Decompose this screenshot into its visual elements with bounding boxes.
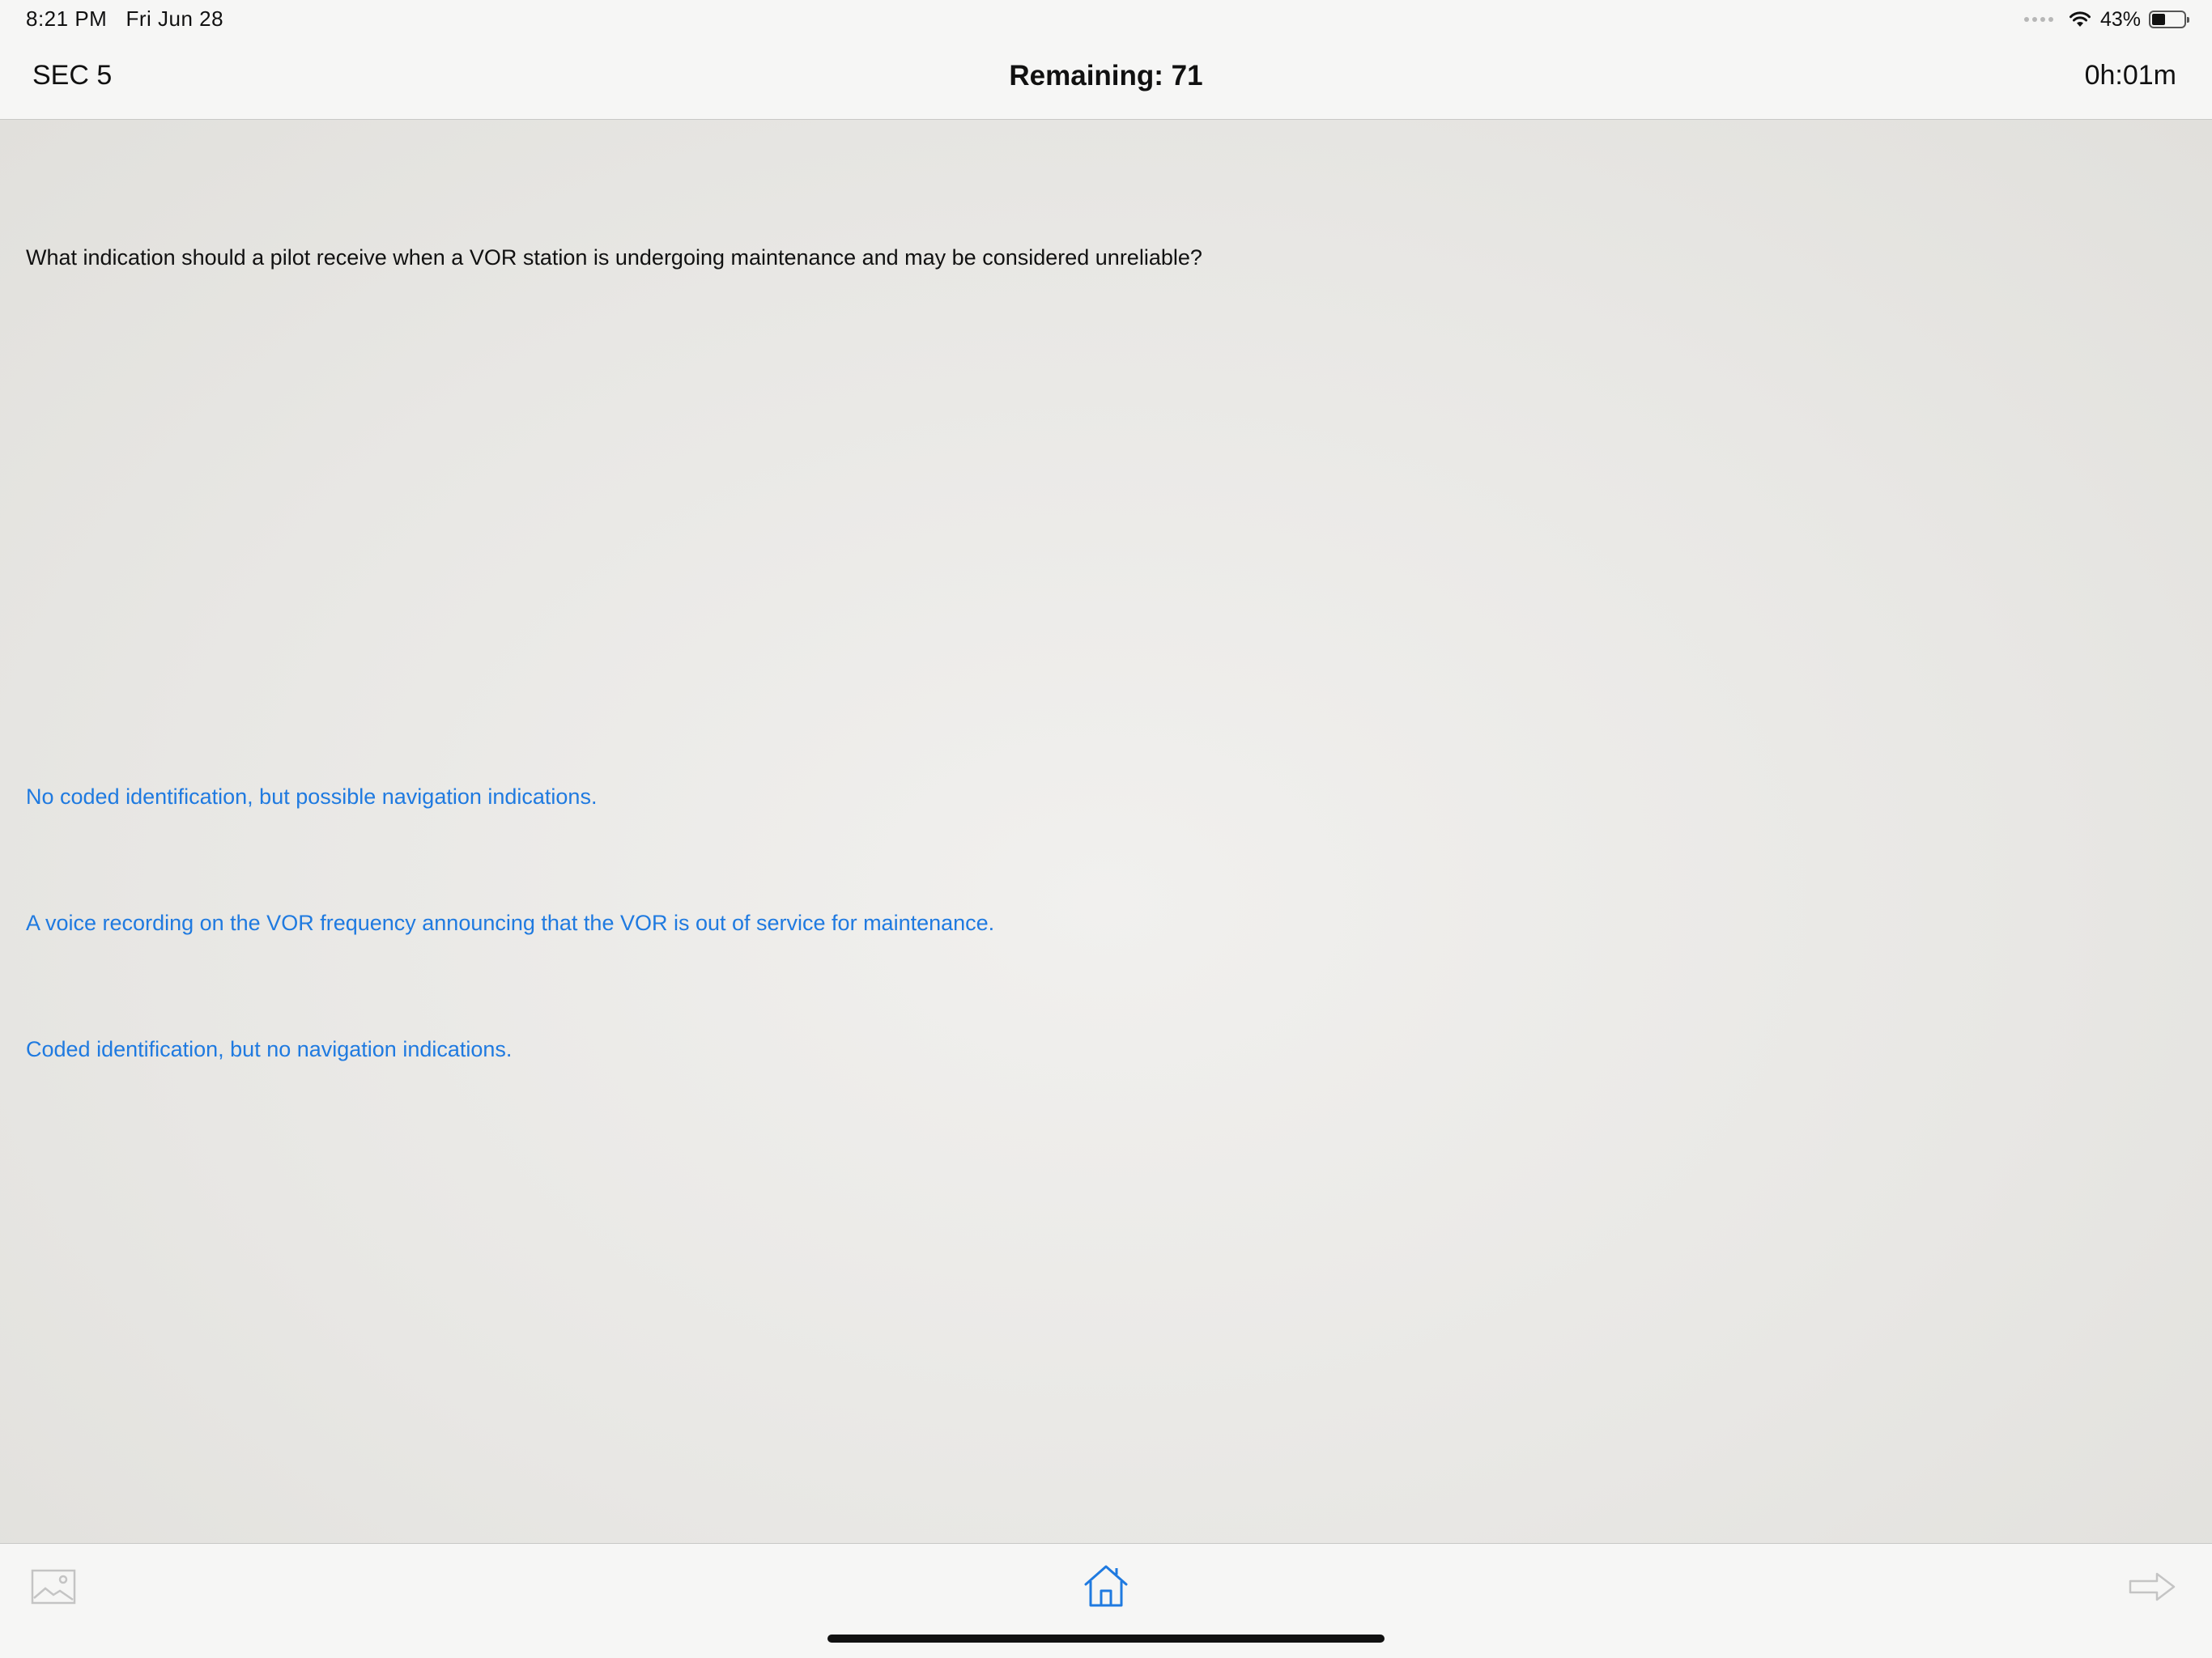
home-button[interactable] [1080,1562,1132,1610]
battery-icon [2149,11,2189,28]
image-icon [31,1569,76,1605]
battery-percent: 43% [2099,7,2141,31]
answer-option-3[interactable]: Coded identification, but no navigation … [26,1035,512,1064]
battery-level [2152,14,2165,25]
cellular-signal-icon [2023,17,2053,22]
navigation-bar: SEC 5 Remaining: 71 0h:01m [0,39,2212,120]
home-icon [1084,1565,1128,1607]
show-figure-button[interactable] [29,1567,78,1607]
remaining-count: Remaining: 71 [1009,60,1203,91]
status-indicators: 43% [2023,6,2189,32]
status-time: 8:21 PM [26,6,108,31]
wifi-icon [2069,11,2091,27]
arrow-right-icon [2129,1572,2176,1601]
elapsed-timer: 0h:01m [2084,60,2176,91]
next-question-button[interactable] [2126,1568,2178,1605]
question-content-area: What indication should a pilot receive w… [0,120,2212,1543]
status-bar: 8:21 PM Fri Jun 28 43% [0,0,2212,39]
status-date: Fri Jun 28 [125,6,224,31]
answer-option-2[interactable]: A voice recording on the VOR frequency a… [26,908,994,937]
answer-option-1[interactable]: No coded identification, but possible na… [26,782,597,811]
status-time-date: 8:21 PM Fri Jun 28 [26,6,223,32]
home-indicator[interactable] [827,1635,1385,1643]
question-text: What indication should a pilot receive w… [26,245,1202,270]
